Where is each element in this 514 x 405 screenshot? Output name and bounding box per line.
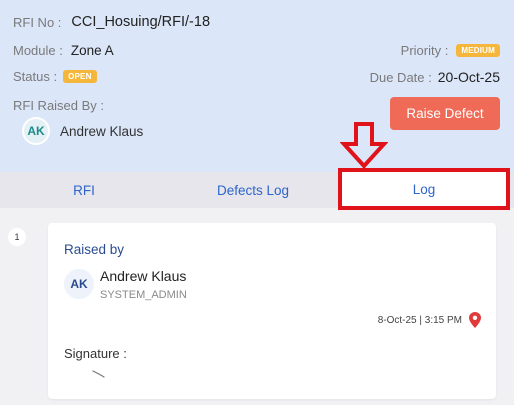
log-entry-timestamp: 8-Oct-25 | 3:15 PM — [377, 315, 462, 326]
status-badge: OPEN — [63, 70, 97, 83]
rfi-no-label: RFI No : — [13, 14, 62, 30]
down-arrow-icon — [340, 122, 388, 169]
log-entry-user-role: SYSTEM_ADMIN — [100, 289, 187, 301]
module-value: Zone A — [70, 43, 114, 58]
avatar: AK — [64, 269, 94, 299]
raised-by-row: RFI Raised By : — [13, 98, 104, 113]
raise-defect-button[interactable]: Raise Defect — [390, 97, 500, 130]
module-row: Module : Zone A — [13, 43, 114, 58]
avatar: AK — [22, 117, 50, 145]
raised-by-name: Andrew Klaus — [60, 123, 144, 139]
priority-badge: MEDIUM — [456, 44, 500, 57]
priority-label: Priority : — [400, 43, 449, 58]
module-label: Module : — [13, 43, 63, 58]
due-date-value: 20-Oct-25 — [437, 69, 500, 85]
rfi-no-value: CCI_Hosuing/RFI/-18 — [71, 14, 211, 30]
raised-by-user: AK Andrew Klaus — [22, 117, 143, 145]
tab-defects-log[interactable]: Defects Log — [168, 172, 338, 208]
raised-by-label: RFI Raised By : — [13, 98, 105, 113]
tab-bar: RFI Defects Log Log — [0, 168, 514, 210]
due-date-label: Due Date : — [369, 69, 432, 85]
tab-log[interactable]: Log — [338, 168, 510, 210]
priority-row: Priority : MEDIUM — [401, 43, 500, 58]
rfi-no-row: RFI No : CCI_Hosuing/RFI/-18 — [13, 14, 210, 30]
signature-label: Signature : — [64, 346, 127, 361]
due-date-row: Due Date : 20-Oct-25 — [370, 69, 500, 85]
step-number: 1 — [8, 228, 26, 246]
status-row: Status : OPEN — [13, 69, 97, 84]
signature-image — [92, 370, 105, 378]
rfi-header: RFI No : CCI_Hosuing/RFI/-18 Module : Zo… — [0, 0, 514, 172]
status-label: Status : — [13, 69, 58, 84]
log-entry-user-name: Andrew Klaus — [100, 268, 187, 284]
location-pin-icon[interactable] — [469, 312, 481, 328]
log-entry-card: Raised by AK Andrew Klaus SYSTEM_ADMIN 8… — [48, 223, 496, 399]
tab-rfi[interactable]: RFI — [0, 172, 168, 208]
log-entry-title: Raised by — [64, 242, 125, 257]
